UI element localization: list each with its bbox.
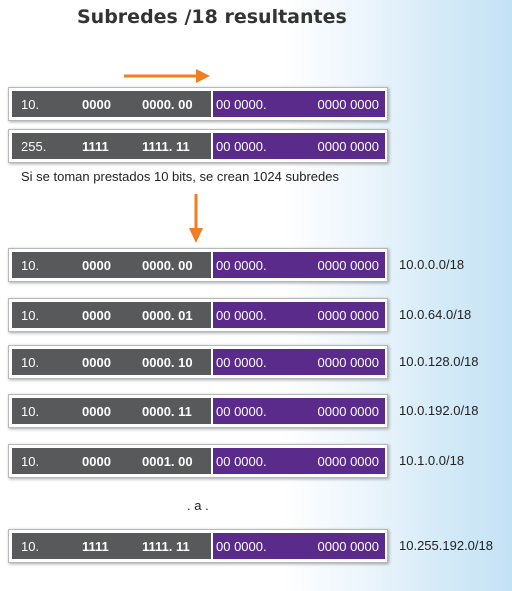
octet-2: 0000 (82, 258, 111, 273)
subnet-row: 10. 0000 0000. 01 00 0000. 0000 0000 (8, 298, 388, 332)
octet-2: 0000 (82, 97, 111, 112)
host-bits-b: 0000 0000 (317, 139, 379, 154)
arrow-right-icon (124, 69, 210, 83)
subnet-label: 10.0.0.0/18 (399, 257, 465, 272)
subnet-label: 10.1.0.0/18 (399, 453, 465, 468)
network-portion: 10. 0000 0000. 00 (12, 252, 211, 278)
subnet-label: 10.0.64.0/18 (399, 307, 472, 322)
ip-address-row: 10. 0000 0000. 00 00 0000. 0000 0000 (8, 87, 388, 121)
subnet-row: 10. 0000 0001. 00 00 0000. 0000 0000 (8, 444, 388, 478)
octet-3-borrowed: 0000. 00 (142, 97, 193, 112)
subnet-mask-row: 255. 1111 1111. 11 00 0000. 0000 0000 (8, 129, 388, 163)
octet-3-borrowed: 1111. 11 (142, 139, 190, 154)
octet-2: 1111 (82, 539, 109, 554)
octet-1: 10. (21, 258, 40, 273)
host-portion: 00 0000. 0000 0000 (213, 302, 385, 328)
octet-2: 1111 (82, 139, 109, 154)
octet-2: 0000 (82, 355, 111, 370)
octet-3-borrowed: 0000. 10 (142, 355, 193, 370)
octet-1: 10. (21, 355, 40, 370)
octet-1: 10. (21, 404, 40, 419)
host-portion: 00 0000. 0000 0000 (213, 252, 385, 278)
subnet-row: 10. 0000 0000. 11 00 0000. 0000 0000 (8, 394, 388, 428)
borrowed-bits-note: Si se toman prestados 10 bits, se crean … (21, 169, 339, 184)
host-bits-b: 0000 0000 (317, 454, 379, 469)
ellipsis: . a . (187, 498, 209, 513)
host-bits-a: 00 0000. (216, 454, 267, 469)
network-portion: 255. 1111 1111. 11 (12, 133, 211, 159)
host-bits-a: 00 0000. (216, 139, 267, 154)
page-title: Subredes /18 resultantes (77, 6, 347, 28)
octet-1: 10. (21, 308, 40, 323)
host-bits-a: 00 0000. (216, 404, 267, 419)
host-bits-b: 0000 0000 (317, 97, 379, 112)
host-bits-a: 00 0000. (216, 355, 267, 370)
octet-3-borrowed: 0000. 01 (142, 308, 193, 323)
octet-1: 10. (21, 454, 40, 469)
subnet-label: 10.0.128.0/18 (399, 354, 479, 369)
network-portion: 10. 0000 0000. 10 (12, 349, 211, 375)
host-bits-a: 00 0000. (216, 97, 267, 112)
host-bits-b: 0000 0000 (317, 539, 379, 554)
octet-3-borrowed: 0000. 00 (142, 258, 193, 273)
subnet-row: 10. 0000 0000. 00 00 0000. 0000 0000 (8, 248, 388, 282)
subnet-label: 10.255.192.0/18 (399, 538, 493, 553)
arrow-down-icon (189, 194, 203, 243)
host-portion: 00 0000. 0000 0000 (213, 398, 385, 424)
host-portion: 00 0000. 0000 0000 (213, 448, 385, 474)
host-bits-a: 00 0000. (216, 539, 267, 554)
subnet-label: 10.0.192.0/18 (399, 403, 479, 418)
network-portion: 10. 0000 0000. 00 (12, 91, 211, 117)
octet-3-borrowed: 0000. 11 (142, 404, 192, 419)
octet-1: 10. (21, 539, 40, 554)
octet-2: 0000 (82, 404, 111, 419)
host-bits-b: 0000 0000 (317, 258, 379, 273)
host-portion: 00 0000. 0000 0000 (213, 91, 385, 117)
subnet-row: 10. 0000 0000. 10 00 0000. 0000 0000 (8, 345, 388, 379)
octet-1: 10. (21, 97, 40, 112)
host-bits-a: 00 0000. (216, 258, 267, 273)
host-portion: 00 0000. 0000 0000 (213, 349, 385, 375)
network-portion: 10. 1111 1111. 11 (12, 533, 211, 559)
octet-2: 0000 (82, 308, 111, 323)
host-bits-a: 00 0000. (216, 308, 267, 323)
octet-3-borrowed: 0001. 00 (142, 454, 193, 469)
network-portion: 10. 0000 0000. 01 (12, 302, 211, 328)
octet-2: 0000 (82, 454, 111, 469)
host-bits-b: 0000 0000 (317, 355, 379, 370)
octet-1: 255. (21, 139, 47, 154)
host-bits-b: 0000 0000 (317, 404, 379, 419)
network-portion: 10. 0000 0001. 00 (12, 448, 211, 474)
host-portion: 00 0000. 0000 0000 (213, 533, 385, 559)
network-portion: 10. 0000 0000. 11 (12, 398, 211, 424)
host-portion: 00 0000. 0000 0000 (213, 133, 385, 159)
subnet-row: 10. 1111 1111. 11 00 0000. 0000 0000 (8, 529, 388, 563)
host-bits-b: 0000 0000 (317, 308, 379, 323)
octet-3-borrowed: 1111. 11 (142, 539, 190, 554)
